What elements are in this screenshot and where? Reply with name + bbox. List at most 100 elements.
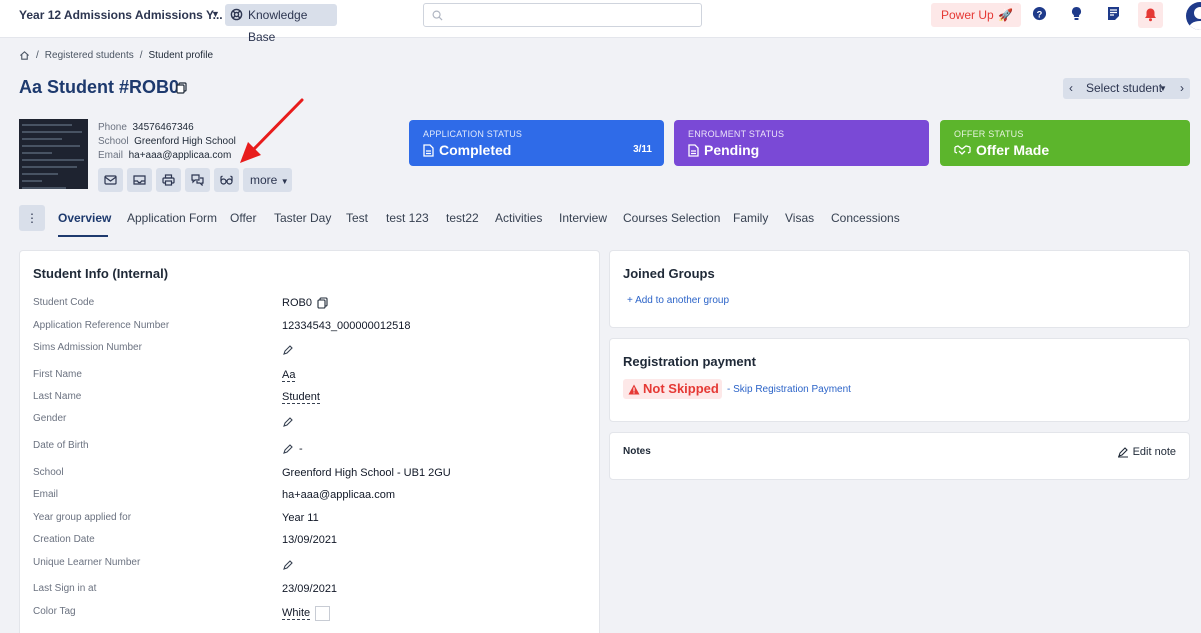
tab-courses-selection[interactable]: Courses Selection xyxy=(623,211,720,225)
home-icon[interactable] xyxy=(19,50,30,61)
tabs-menu-icon[interactable]: ⋮ xyxy=(19,205,45,231)
knowledge-base-button[interactable]: Knowledge Base xyxy=(225,4,337,44)
status-label: ENROLMENT STATUS xyxy=(688,129,785,139)
notes-card: Notes Edit note xyxy=(609,432,1190,480)
add-group-label: Add to another group xyxy=(635,295,730,306)
breadcrumb-registered-students[interactable]: Registered students xyxy=(45,50,134,61)
field-label: Last Name xyxy=(33,391,82,402)
lightbulb-icon[interactable] xyxy=(1070,6,1083,22)
tab-activities[interactable]: Activities xyxy=(495,211,542,225)
edit-pencil-icon[interactable] xyxy=(282,443,294,455)
card-title: Notes xyxy=(623,446,651,457)
bell-icon xyxy=(1145,8,1156,22)
help-icon[interactable]: ? xyxy=(1032,6,1047,21)
chat-button[interactable] xyxy=(185,168,210,192)
contact-info: Phone 34576467346 School Greenford High … xyxy=(98,121,236,163)
field-value[interactable]: Student xyxy=(282,391,320,404)
edit-pencil-icon[interactable] xyxy=(282,344,294,356)
power-up-button[interactable]: Power Up 🚀 xyxy=(931,3,1021,27)
offer-status-card[interactable]: OFFER STATUS Offer Made xyxy=(940,120,1190,166)
notifications-button[interactable] xyxy=(1138,2,1163,28)
field-label: Creation Date xyxy=(33,534,95,545)
field-value: 13/09/2021 xyxy=(282,534,338,546)
email-button[interactable] xyxy=(98,168,123,192)
edit-note-label: Edit note xyxy=(1132,446,1176,458)
tab-overview[interactable]: Overview xyxy=(58,211,111,225)
copy-icon[interactable] xyxy=(317,297,328,309)
payment-status-badge: Not Skipped xyxy=(623,379,722,399)
user-avatar[interactable] xyxy=(1186,2,1201,30)
tab-test[interactable]: Test xyxy=(346,211,368,225)
print-button[interactable] xyxy=(156,168,181,192)
registration-payment-card: Registration payment Not Skipped - Skip … xyxy=(609,338,1190,422)
knowledge-base-label: Knowledge Base xyxy=(248,8,308,44)
chevron-down-icon: ▼ xyxy=(1159,84,1167,93)
field-label: Date of Birth xyxy=(33,440,89,451)
field-value: Year 11 xyxy=(282,512,319,524)
tab-application-form[interactable]: Application Form xyxy=(127,211,217,225)
phone-label: Phone xyxy=(98,122,127,133)
tab-concessions[interactable]: Concessions xyxy=(831,211,900,225)
field-label: Color Tag xyxy=(33,606,76,617)
prev-student-icon[interactable]: ‹ xyxy=(1063,78,1079,99)
enrolment-status-card[interactable]: ENROLMENT STATUS Pending xyxy=(674,120,929,166)
tab-offer[interactable]: Offer xyxy=(230,211,256,225)
rocket-icon: 🚀 xyxy=(998,8,1013,22)
select-student-control[interactable]: ‹ Select student ▼ › xyxy=(1063,78,1190,99)
field-value: 23/09/2021 xyxy=(282,583,338,595)
plus-icon: + xyxy=(627,295,633,306)
breadcrumb: / Registered students / Student profile xyxy=(19,50,213,61)
more-actions-button[interactable]: more ▼ xyxy=(243,168,292,192)
card-title: Registration payment xyxy=(623,354,756,369)
field-label: Email xyxy=(33,489,59,500)
warning-icon xyxy=(628,384,640,394)
tab-family[interactable]: Family xyxy=(733,211,768,225)
field-label: School xyxy=(33,467,64,478)
copy-icon[interactable] xyxy=(176,82,187,94)
field-value: ROB0 xyxy=(282,297,312,309)
caret-down-icon[interactable]: ▼ xyxy=(211,9,220,19)
breadcrumb-student-profile: Student profile xyxy=(148,50,214,61)
page-title: Aa Student #ROB0 xyxy=(19,77,180,97)
email-label: Email xyxy=(98,150,124,161)
field-value[interactable]: White xyxy=(282,607,311,620)
field-value: Greenford High School - UB1 2GU xyxy=(282,467,451,479)
field-value: ha+aaa@applicaa.com xyxy=(282,489,395,501)
select-student-dropdown[interactable]: Select student xyxy=(1086,78,1162,99)
tab-test-123[interactable]: test 123 xyxy=(386,211,429,225)
mail-icon xyxy=(104,175,117,185)
payment-status-label: Not Skipped xyxy=(643,381,719,396)
more-label: more xyxy=(250,173,278,187)
field-value[interactable]: Aa xyxy=(282,369,296,382)
caret-down-icon: ▼ xyxy=(280,177,289,186)
application-status-card[interactable]: APPLICATION STATUS Completed 3/11 xyxy=(409,120,664,166)
notes-icon[interactable] xyxy=(1107,6,1120,21)
tab-visas[interactable]: Visas xyxy=(785,211,814,225)
search-input[interactable] xyxy=(423,3,702,27)
status-count: 3/11 xyxy=(633,144,652,155)
field-label: Student Code xyxy=(33,297,95,308)
card-title: Joined Groups xyxy=(623,266,715,281)
skip-payment-link[interactable]: - Skip Registration Payment xyxy=(727,384,851,395)
add-to-group-link[interactable]: + Add to another group xyxy=(627,295,729,306)
color-swatch[interactable] xyxy=(315,606,331,621)
edit-note-button[interactable]: Edit note xyxy=(1117,446,1176,458)
workspace-title[interactable]: Year 12 Admissions Admissions Y... xyxy=(19,8,223,22)
tab-taster-day[interactable]: Taster Day xyxy=(274,211,331,225)
tab-test22[interactable]: test22 xyxy=(446,211,479,225)
school-value: Greenford High School xyxy=(134,136,236,147)
impersonate-button[interactable] xyxy=(214,168,239,192)
inbox-button[interactable] xyxy=(127,168,152,192)
edit-pencil-icon[interactable] xyxy=(282,559,294,571)
top-bar: Year 12 Admissions Admissions Y... ▼ Kno… xyxy=(0,0,1201,44)
edit-pencil-icon[interactable] xyxy=(282,416,294,428)
annotation-arrow xyxy=(240,98,304,163)
tab-interview[interactable]: Interview xyxy=(559,211,607,225)
email-value: ha+aaa@applicaa.com xyxy=(128,150,232,161)
next-student-icon[interactable]: › xyxy=(1174,78,1190,99)
profile-tabs: ⋮ Overview Application Form Offer Taster… xyxy=(19,204,1189,237)
status-value: Completed xyxy=(439,142,512,158)
student-photo xyxy=(19,119,88,189)
status-value: Offer Made xyxy=(976,142,1050,158)
glasses-icon xyxy=(220,175,233,185)
